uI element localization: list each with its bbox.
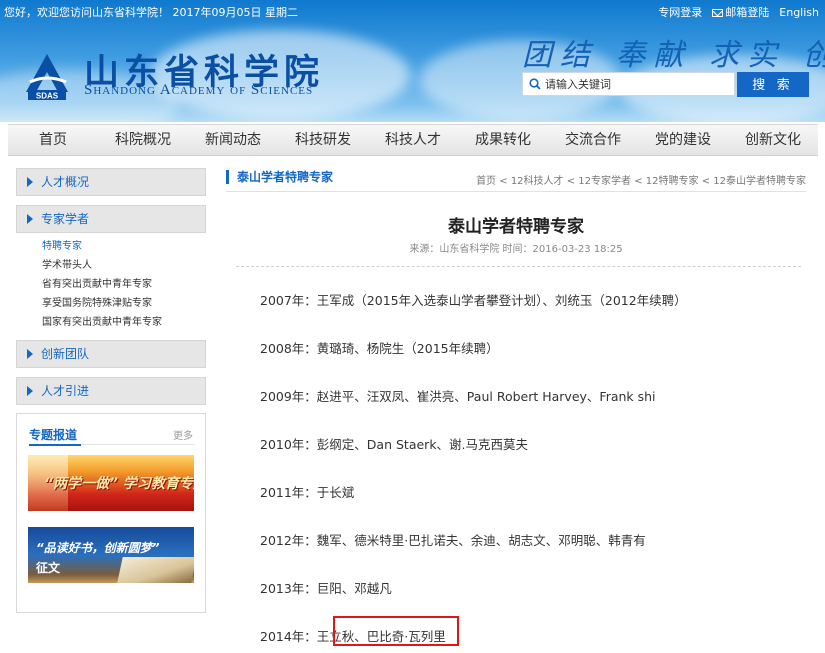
banner-reading-essay[interactable]: “品读好书，创新圆梦” 征文 — [28, 527, 194, 583]
triangle-right-icon — [27, 386, 33, 396]
breadcrumb-item[interactable]: 12科技人才 — [511, 176, 564, 187]
sidebar-sub-distinguished-experts[interactable]: 特聘专家 — [42, 237, 82, 252]
article-meta: 来源：山东省科学院 时间：2016-03-23 18:25 — [409, 244, 623, 255]
banner-text: 征文 — [36, 561, 61, 575]
banner-book-image — [117, 557, 194, 583]
expert-entry-2013: 2013年：巨阳、邓越凡 — [260, 581, 392, 596]
sidebar-item-label: 人才引进 — [41, 384, 90, 398]
sidebar-sub-provincial-young-experts[interactable]: 省有突出贡献中青年专家 — [42, 275, 152, 290]
sidebar-item-experts[interactable]: 专家学者 — [16, 205, 206, 233]
main-nav: 首页 科院概况 新闻动态 科技研发 科技人才 成果转化 交流合作 党的建设 创新… — [8, 124, 818, 156]
article-divider — [236, 266, 801, 267]
expert-entry-2008: 2008年：黄璐琦、杨院生（2015年续聘） — [260, 341, 499, 356]
greeting-text: 您好，欢迎您访问山东省科学院！ 2017年09月05日 星期二 — [4, 6, 298, 19]
search-icon — [529, 78, 541, 90]
banner-study-education[interactable]: “两学一做” 学习教育专题 — [28, 455, 194, 511]
special-reports-title: 专题报道 — [29, 428, 78, 442]
breadcrumb-item[interactable]: 12泰山学者特聘专家 — [713, 176, 806, 187]
search-box — [522, 72, 735, 96]
motto-text: 团结 奉献 求实 创新 — [522, 38, 825, 73]
expert-entry-2012: 2012年：魏军、德米特里·巴扎诺夫、余迪、胡志文、邓明聪、韩青有 — [260, 533, 646, 548]
breadcrumb-item[interactable]: 12特聘专家 — [646, 176, 699, 187]
triangle-right-icon — [27, 349, 33, 359]
nav-item-news[interactable]: 新闻动态 — [188, 125, 278, 155]
top-links: 专网登录 邮箱登陆 English — [658, 4, 819, 20]
breadcrumb-separator: < — [563, 176, 579, 187]
sidebar-item-talent-overview[interactable]: 人才概况 — [16, 168, 206, 196]
sidebar-item-innovation-teams[interactable]: 创新团队 — [16, 340, 206, 368]
mail-login-link[interactable]: 邮箱登陆 — [712, 4, 769, 20]
triangle-right-icon — [27, 177, 33, 187]
mail-login-label: 邮箱登陆 — [725, 6, 770, 19]
mail-icon — [712, 9, 724, 17]
section-title: 泰山学者特聘专家 — [226, 170, 333, 184]
search-button[interactable]: 搜 索 — [737, 72, 809, 97]
breadcrumb-separator: < — [698, 176, 714, 187]
nav-item-talent[interactable]: 科技人才 — [368, 125, 458, 155]
english-link[interactable]: English — [779, 6, 819, 19]
nav-item-party[interactable]: 党的建设 — [638, 125, 728, 155]
nav-item-overview[interactable]: 科院概况 — [98, 125, 188, 155]
banner-text: “品读好书，创新圆梦” — [36, 541, 160, 555]
sidebar-sub-state-council-allowance[interactable]: 享受国务院特殊津贴专家 — [42, 294, 152, 309]
search-input[interactable] — [545, 77, 725, 91]
sdas-logo-icon[interactable]: SDAS — [22, 52, 72, 102]
banner-text: “两学一做” 学习教育专题 — [44, 476, 194, 492]
intranet-login-link[interactable]: 专网登录 — [658, 4, 702, 20]
breadcrumb: 首页 < 12科技人才 < 12专家学者 < 12特聘专家 < 12泰山学者特聘… — [476, 172, 806, 187]
expert-entry-2011: 2011年：于长斌 — [260, 485, 355, 500]
logo-abbr: SDAS — [36, 92, 59, 101]
expert-entry-2014: 2014年：王立秋、巴比奇·瓦列里 — [260, 629, 446, 644]
nav-item-achievements[interactable]: 成果转化 — [458, 125, 548, 155]
nav-item-cooperation[interactable]: 交流合作 — [548, 125, 638, 155]
special-reports-panel: 专题报道 更多 “两学一做” 学习教育专题 “品读好书，创新圆梦” 征文 — [16, 413, 206, 613]
sidebar-item-label: 专家学者 — [41, 212, 90, 226]
main-content: 泰山学者特聘专家 首页 < 12科技人才 < 12专家学者 < 12特聘专家 <… — [226, 160, 816, 653]
section-header: 泰山学者特聘专家 首页 < 12科技人才 < 12专家学者 < 12特聘专家 <… — [226, 168, 806, 192]
article-title: 泰山学者特聘专家 — [448, 217, 584, 237]
breadcrumb-item[interactable]: 12专家学者 — [578, 176, 631, 187]
nav-item-culture[interactable]: 创新文化 — [728, 125, 818, 155]
nav-item-home[interactable]: 首页 — [8, 125, 98, 155]
sidebar-sub-national-young-experts[interactable]: 国家有突出贡献中青年专家 — [42, 313, 162, 328]
expert-entry-2010: 2010年：彭纲定、Dan Staerk、谢.马克西莫夫 — [260, 437, 529, 452]
breadcrumb-separator: < — [496, 176, 511, 187]
top-bar: 您好，欢迎您访问山东省科学院！ 2017年09月05日 星期二 专网登录 邮箱登… — [0, 0, 825, 22]
sidebar-item-label: 人才概况 — [41, 175, 90, 189]
sidebar-item-label: 创新团队 — [41, 347, 90, 361]
site-header: 您好，欢迎您访问山东省科学院！ 2017年09月05日 星期二 专网登录 邮箱登… — [0, 0, 825, 122]
breadcrumb-item[interactable]: 首页 — [476, 176, 496, 187]
more-link[interactable]: 更多 — [173, 427, 193, 442]
nav-item-research[interactable]: 科技研发 — [278, 125, 368, 155]
site-title-en: Shandong Academy of Sciences — [84, 82, 314, 98]
expert-entry-2009: 2009年：赵进平、汪双凤、崔洪亮、Paul Robert Harvey、Fra… — [260, 389, 656, 404]
breadcrumb-separator: < — [631, 176, 646, 187]
expert-entry-2007: 2007年：王军成（2015年入选泰山学者攀登计划）、刘统玉（2012年续聘） — [260, 293, 687, 308]
triangle-right-icon — [27, 214, 33, 224]
sidebar-sub-academic-leaders[interactable]: 学术带头人 — [42, 256, 92, 271]
special-reports-divider — [29, 444, 195, 446]
sidebar-item-talent-recruitment[interactable]: 人才引进 — [16, 377, 206, 405]
